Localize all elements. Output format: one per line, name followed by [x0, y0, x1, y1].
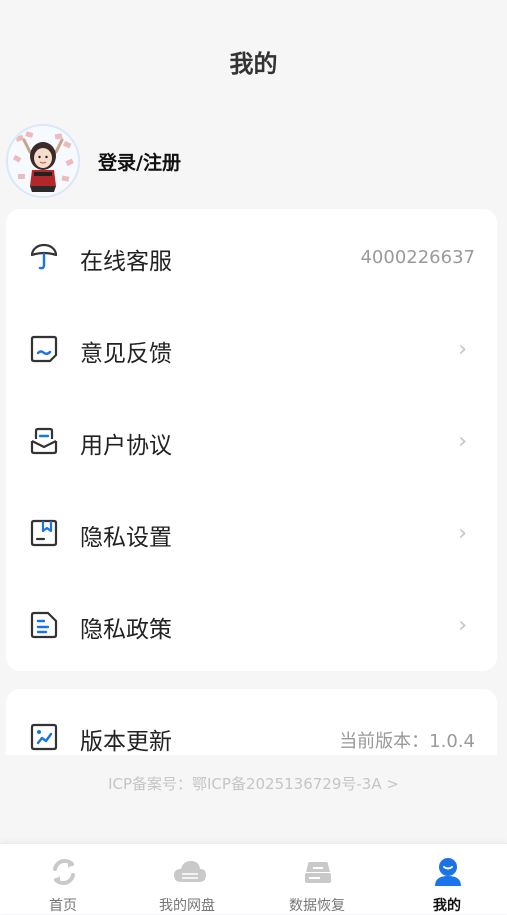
privacy-policy-icon: [28, 609, 60, 641]
tab-profile[interactable]: 我的: [384, 844, 507, 914]
avatar[interactable]: [6, 124, 80, 198]
data-recovery-icon: [302, 856, 334, 888]
current-version: 当前版本：1.0.4: [339, 731, 475, 752]
tab-cloud-drive[interactable]: 我的网盘: [124, 844, 250, 914]
menu-item-label: 版本更新: [80, 729, 172, 755]
profile-icon: [432, 856, 464, 888]
home-icon: [48, 856, 80, 888]
page-title: 我的: [229, 50, 278, 78]
menu-item-version-update[interactable]: 版本更新 当前版本：1.0.4: [6, 691, 497, 755]
icp-record-link[interactable]: ICP备案号：鄂ICP备2025136729号-3A >: [0, 773, 507, 794]
tab-label: 我的网盘: [159, 898, 215, 914]
chevron-right-icon: ›: [458, 429, 467, 454]
user-agreement-icon: [28, 425, 60, 457]
menu-item-label: 隐私政策: [80, 617, 172, 643]
chevron-right-icon: ›: [458, 613, 467, 638]
menu-item-user-agreement[interactable]: 用户协议 ›: [6, 395, 497, 487]
privacy-settings-icon: [28, 517, 60, 549]
bottom-tab-bar: 首页 我的网盘 数据恢复 我的: [0, 843, 507, 914]
login-register-link[interactable]: 登录/注册: [98, 148, 181, 175]
menu-item-customer-service[interactable]: 在线客服 4000226637: [6, 211, 497, 303]
menu-item-label: 意见反馈: [80, 341, 172, 367]
menu-card: 在线客服 4000226637 意见反馈 › 用户协议 › 隐私设置 › 隐私政…: [6, 209, 497, 671]
tab-label: 首页: [49, 898, 77, 914]
tab-home[interactable]: 首页: [0, 844, 126, 914]
menu-item-label: 在线客服: [80, 249, 172, 275]
tab-label: 数据恢复: [289, 898, 345, 914]
feedback-icon: [28, 333, 60, 365]
profile-section[interactable]: 登录/注册: [6, 124, 406, 198]
tab-data-recovery[interactable]: 数据恢复: [254, 844, 380, 914]
menu-item-label: 用户协议: [80, 433, 172, 459]
tab-label: 我的: [433, 898, 461, 914]
menu-item-privacy-settings[interactable]: 隐私设置 ›: [6, 487, 497, 579]
page-header: 我的: [0, 0, 507, 110]
version-update-icon: [28, 721, 60, 753]
chevron-right-icon: ›: [458, 337, 467, 362]
update-card: 版本更新 当前版本：1.0.4: [6, 689, 497, 755]
menu-item-privacy-policy[interactable]: 隐私政策 ›: [6, 579, 497, 671]
menu-item-label: 隐私设置: [80, 525, 172, 551]
customer-service-icon: [28, 241, 60, 273]
hotline-number: 4000226637: [360, 247, 475, 268]
chevron-right-icon: ›: [458, 521, 467, 546]
cloud-drive-icon: [172, 856, 206, 888]
menu-item-feedback[interactable]: 意见反馈 ›: [6, 303, 497, 395]
